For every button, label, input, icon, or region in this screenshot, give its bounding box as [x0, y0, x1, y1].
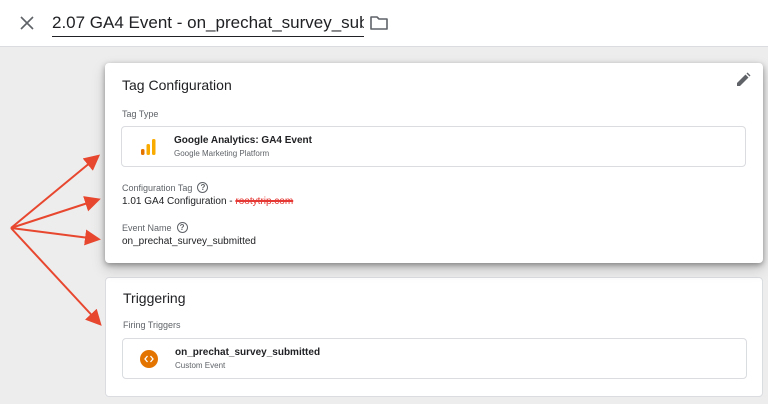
close-icon: [20, 16, 34, 30]
triggering-title: Triggering: [123, 290, 186, 306]
annotation-arrow: [10, 196, 101, 229]
event-name-label: Event Name ?: [122, 222, 188, 233]
edit-button[interactable]: [735, 72, 753, 90]
pencil-icon: [737, 72, 751, 86]
folder-button[interactable]: [369, 14, 389, 32]
annotation-arrow: [10, 227, 101, 246]
help-icon[interactable]: ?: [176, 222, 188, 233]
redacted-domain: rootytrip.com: [235, 196, 294, 207]
tag-type-name: Google Analytics: GA4 Event: [174, 135, 312, 146]
tag-type-platform: Google Marketing Platform: [174, 149, 270, 158]
custom-event-icon: [140, 350, 158, 368]
tag-configuration-title: Tag Configuration: [122, 77, 232, 93]
tag-configuration-card[interactable]: Tag Configuration Tag Type Google Analyt…: [105, 63, 763, 263]
close-button[interactable]: [16, 12, 38, 34]
trigger-item[interactable]: on_prechat_survey_submitted Custom Event: [122, 338, 747, 379]
configuration-tag-label: Configuration Tag ?: [122, 182, 209, 193]
tag-name-input[interactable]: 2.07 GA4 Event - on_prechat_survey_submi…: [52, 11, 364, 37]
configuration-tag-value: 1.01 GA4 Configuration - rootytrip.com: [122, 196, 294, 207]
help-icon[interactable]: ?: [197, 182, 209, 193]
trigger-name: on_prechat_survey_submitted: [175, 347, 321, 358]
tag-type-box[interactable]: Google Analytics: GA4 Event Google Marke…: [121, 126, 746, 167]
ga-analytics-icon: [141, 139, 156, 155]
tag-type-label: Tag Type: [122, 109, 159, 119]
triggering-card[interactable]: Triggering Firing Triggers on_prechat_su…: [105, 277, 763, 397]
annotation-arrow: [10, 227, 102, 326]
firing-triggers-label: Firing Triggers: [123, 320, 181, 330]
event-name-value: on_prechat_survey_submitted: [122, 236, 256, 247]
folder-icon: [370, 16, 388, 30]
trigger-type: Custom Event: [175, 361, 226, 370]
tag-editor-header: 2.07 GA4 Event - on_prechat_survey_submi…: [0, 0, 768, 47]
annotation-arrow: [10, 154, 101, 229]
